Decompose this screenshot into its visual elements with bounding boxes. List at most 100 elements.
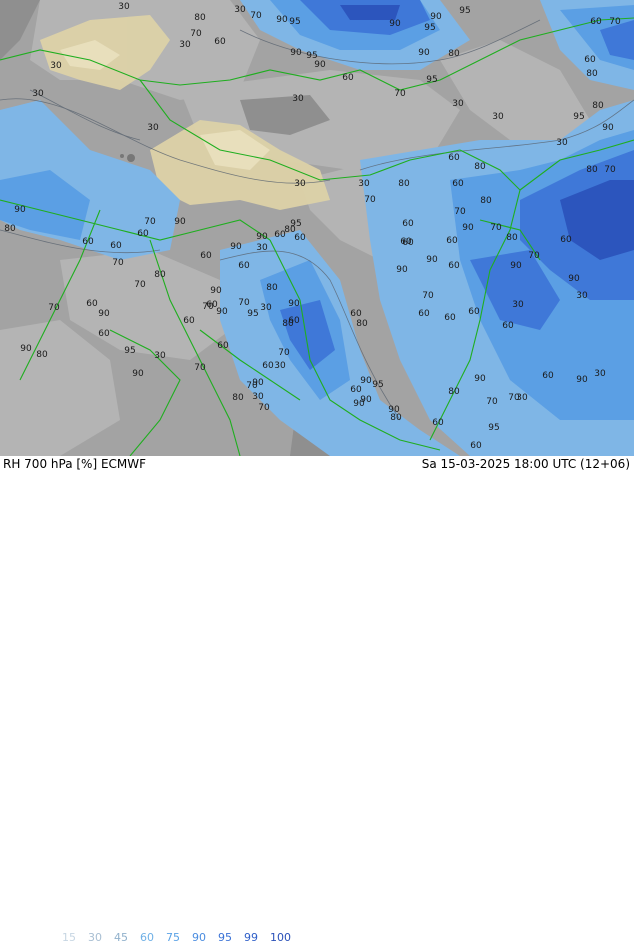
contour-label: 90 bbox=[430, 12, 442, 22]
contour-label: 30 bbox=[260, 303, 272, 313]
contour-label: 30 bbox=[154, 351, 166, 361]
contour-label: 90 bbox=[252, 378, 264, 388]
legend-item-75: 75 bbox=[166, 931, 180, 944]
contour-label: 30 bbox=[358, 179, 370, 189]
contour-label: 60 bbox=[418, 309, 430, 319]
contour-label: 30 bbox=[512, 300, 524, 310]
contour-label: 80 bbox=[586, 69, 598, 79]
contour-label: 90 bbox=[132, 369, 144, 379]
contour-label: 90 bbox=[98, 309, 110, 319]
contour-label: 60 bbox=[590, 17, 602, 27]
contour-label: 95 bbox=[247, 309, 258, 319]
contour-label: 70 bbox=[609, 17, 621, 27]
contour-label: 90 bbox=[288, 299, 300, 309]
contour-label: 60 bbox=[560, 235, 572, 245]
contour-label: 80 bbox=[282, 319, 294, 329]
contour-label: 90 bbox=[462, 223, 474, 233]
contour-label: 70 bbox=[486, 397, 498, 407]
contour-label: 70 bbox=[202, 302, 214, 312]
contour-label: 60 bbox=[402, 238, 414, 248]
contour-label: 90 bbox=[426, 255, 438, 265]
contour-label: 30 bbox=[50, 61, 62, 71]
contour-label: 30 bbox=[256, 243, 268, 253]
contour-label: 70 bbox=[422, 291, 434, 301]
contour-label: 95 bbox=[488, 423, 499, 433]
contour-label: 80 bbox=[284, 225, 296, 235]
contour-label: 80 bbox=[266, 283, 278, 293]
contour-label: 90 bbox=[388, 405, 400, 415]
contour-label: 70 bbox=[604, 165, 616, 175]
contour-label: 90 bbox=[576, 375, 588, 385]
contour-label: 80 bbox=[480, 196, 492, 206]
contour-label: 60 bbox=[584, 55, 596, 65]
contour-label: 30 bbox=[179, 40, 191, 50]
contour-label: 60 bbox=[262, 361, 274, 371]
legend-item-15: 15 bbox=[62, 931, 76, 944]
rh-map[interactable]: 30 30 70 90 95 95 60 70 80 70 30 60 90 95 90 90 90 95 90 80… bbox=[0, 0, 634, 456]
contour-label: 60 bbox=[98, 329, 110, 339]
contour-label: 90 bbox=[396, 265, 408, 275]
legend-item-30: 30 bbox=[88, 931, 102, 944]
contour-label: 60 bbox=[542, 371, 554, 381]
contour-label: 80 bbox=[586, 165, 598, 175]
contour-label: 90 bbox=[174, 217, 186, 227]
footer: RH 700 hPa [%] ECMWF Sa 15-03-2025 18:00… bbox=[0, 456, 634, 944]
contour-label: 90 bbox=[314, 60, 326, 70]
contour-label: 30 bbox=[252, 392, 264, 402]
contour-label: 80 bbox=[194, 13, 206, 23]
contour-label: 60 bbox=[238, 261, 250, 271]
contour-label: 30 bbox=[452, 99, 464, 109]
contour-label: 80 bbox=[398, 179, 410, 189]
contour-label: 80 bbox=[592, 101, 604, 111]
contour-label: 90 bbox=[510, 261, 522, 271]
contour-label: 60 bbox=[448, 261, 460, 271]
contour-label: 60 bbox=[86, 299, 98, 309]
contour-label: 70 bbox=[364, 195, 376, 205]
contour-label: 70 bbox=[238, 298, 250, 308]
contour-label: 90 bbox=[256, 232, 268, 242]
contour-label: 90 bbox=[210, 286, 222, 296]
contour-label: 60 bbox=[350, 385, 362, 395]
contour-label: 60 bbox=[444, 313, 456, 323]
rh-map-svg: 30 3070 90 959560 70807030 6090 959090909590 80… bbox=[0, 0, 634, 456]
contour-label: 60 bbox=[432, 418, 444, 428]
contour-label: 90 bbox=[568, 274, 580, 284]
contour-label: 60 bbox=[214, 37, 226, 47]
contour-label: 90 bbox=[230, 242, 242, 252]
contour-label: 30 bbox=[556, 138, 568, 148]
contour-label: 95 bbox=[424, 23, 435, 33]
legend-item-99: 99 bbox=[244, 931, 258, 944]
contour-label: 60 bbox=[183, 316, 195, 326]
contour-label: 90 bbox=[389, 19, 401, 29]
contour-label: 90 bbox=[14, 205, 26, 215]
contour-label: 95 bbox=[124, 346, 135, 356]
legend-item-45: 45 bbox=[114, 931, 128, 944]
contour-label: 80 bbox=[474, 162, 486, 172]
legend-item-60: 60 bbox=[140, 931, 154, 944]
contour-label: 90 bbox=[216, 307, 228, 317]
valid-datetime: Sa 15-03-2025 18:00 UTC (12+06) bbox=[421, 457, 630, 471]
contour-label: 90 bbox=[276, 15, 288, 25]
contour-label: 70 bbox=[258, 403, 270, 413]
contour-label: 30 bbox=[576, 291, 588, 301]
contour-label: 60 bbox=[82, 237, 94, 247]
contour-label: 60 bbox=[294, 233, 306, 243]
contour-label: 80 bbox=[356, 319, 368, 329]
contour-label: 95 bbox=[459, 6, 470, 16]
contour-label: 30 bbox=[147, 123, 159, 133]
contour-label: 60 bbox=[342, 73, 354, 83]
contour-label: 70 bbox=[490, 223, 502, 233]
contour-label: 60 bbox=[452, 179, 464, 189]
contour-label: 60 bbox=[217, 341, 229, 351]
contour-label: 80 bbox=[36, 350, 48, 360]
contour-label: 70 bbox=[190, 29, 202, 39]
contour-label: 70 bbox=[194, 363, 206, 373]
contour-label: 70 bbox=[48, 303, 60, 313]
contour-label: 30 bbox=[234, 5, 246, 15]
contour-label: 60 bbox=[402, 219, 414, 229]
contour-label: 90 bbox=[360, 376, 372, 386]
contour-label: 30 bbox=[274, 361, 286, 371]
contour-label: 60 bbox=[200, 251, 212, 261]
contour-label: 60 bbox=[502, 321, 514, 331]
contour-label: 60 bbox=[137, 229, 149, 239]
